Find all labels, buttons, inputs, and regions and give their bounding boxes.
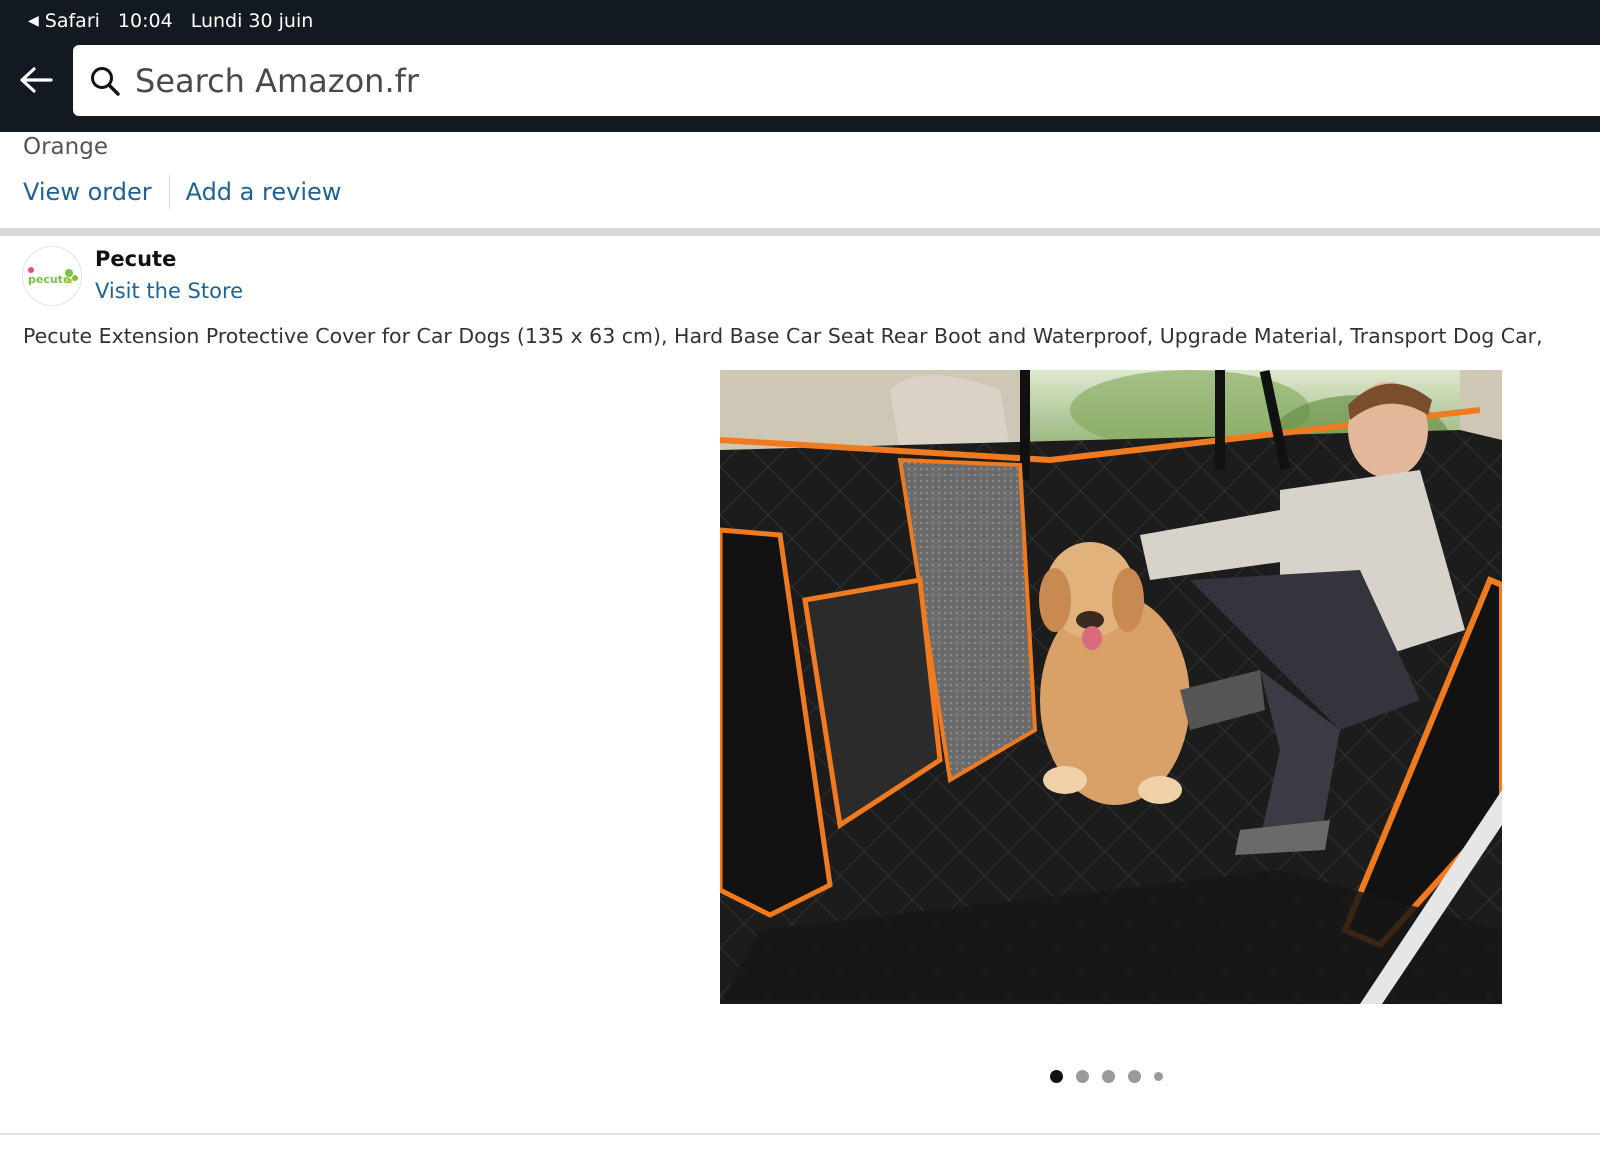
carousel-dot-5[interactable] xyxy=(1154,1071,1163,1081)
back-to-app-icon[interactable]: ◀ xyxy=(28,13,39,29)
search-bar[interactable] xyxy=(73,45,1600,116)
order-actions: View order Add a review xyxy=(23,174,341,210)
section-separator xyxy=(0,228,1600,236)
carousel-dots xyxy=(1050,1066,1176,1086)
product-image[interactable] xyxy=(720,370,1502,1004)
search-input[interactable] xyxy=(135,61,1600,100)
svg-text:pecute: pecute xyxy=(28,273,70,286)
view-order-link[interactable]: View order xyxy=(23,178,152,206)
product-photo xyxy=(720,370,1502,1004)
status-date: Lundi 30 juin xyxy=(190,10,314,32)
product-variant: Orange xyxy=(23,134,108,160)
carousel-dot-4[interactable] xyxy=(1128,1069,1141,1083)
back-to-app-label[interactable]: Safari xyxy=(45,10,100,32)
add-review-link[interactable]: Add a review xyxy=(186,178,342,206)
top-bar: ◀ Safari 10:04 Lundi 30 juin xyxy=(0,0,1600,132)
action-divider xyxy=(168,175,170,209)
carousel-dot-3[interactable] xyxy=(1102,1069,1115,1083)
search-icon xyxy=(91,66,120,96)
bottom-divider xyxy=(0,1133,1600,1135)
back-arrow-button[interactable] xyxy=(16,60,56,100)
brand-name: Pecute xyxy=(95,247,177,271)
product-title[interactable]: Pecute Extension Protective Cover for Ca… xyxy=(23,324,1543,348)
status-time: 10:04 xyxy=(117,10,173,32)
visit-store-link[interactable]: Visit the Store xyxy=(95,279,243,303)
status-bar: ◀ Safari 10:04 Lundi 30 juin xyxy=(28,8,313,34)
carousel-dot-2[interactable] xyxy=(1076,1069,1089,1083)
arrow-left-icon xyxy=(20,67,53,93)
carousel-dot-1[interactable] xyxy=(1050,1069,1063,1083)
pecute-logo-icon: pecute xyxy=(28,267,78,286)
brand-logo[interactable]: pecute xyxy=(22,246,82,306)
